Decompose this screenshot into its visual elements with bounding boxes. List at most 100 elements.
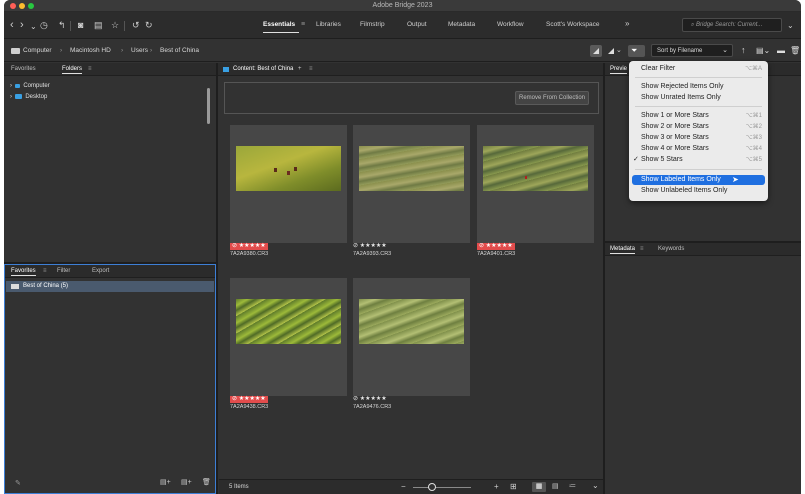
- view-details-icon[interactable]: ▤: [552, 482, 559, 490]
- workspace-libraries[interactable]: Libraries: [316, 21, 341, 28]
- rotate-right-icon[interactable]: ↻: [145, 19, 153, 31]
- open-icon[interactable]: ▬: [777, 46, 785, 55]
- tab-filter[interactable]: Filter: [57, 268, 70, 274]
- photo-thumbnail: [359, 299, 464, 344]
- tab-preview[interactable]: Previe: [610, 66, 628, 74]
- panel-menu-icon[interactable]: ≡: [88, 66, 92, 72]
- tab-folders[interactable]: Folders: [62, 66, 83, 74]
- thumbnail-card[interactable]: [230, 278, 347, 396]
- folders-panel-header: Favorites Folders ≡: [4, 63, 216, 76]
- thumbnail-card[interactable]: [353, 278, 470, 396]
- menu-item-show-labeled[interactable]: Show Labeled Items Only ➤: [632, 175, 765, 185]
- expand-arrow-icon[interactable]: ›: [10, 83, 12, 89]
- thumbnail-size-slider[interactable]: [413, 487, 471, 488]
- view-options-chevron-icon[interactable]: ⌄: [592, 481, 599, 490]
- workspace-metadata[interactable]: Metadata: [448, 21, 475, 28]
- panel-menu-icon[interactable]: ≡: [640, 246, 644, 252]
- view-thumbnails-icon[interactable]: ▦: [532, 482, 546, 492]
- rotate-left-icon[interactable]: ↺: [132, 19, 140, 31]
- star-rating[interactable]: ⊘ ★★★★★: [353, 243, 387, 250]
- more-workspaces-icon[interactable]: »: [625, 19, 629, 28]
- trash-icon[interactable]: 🗑: [790, 46, 800, 55]
- grid-lock-icon[interactable]: ⊞: [510, 482, 517, 491]
- tab-content[interactable]: Content: Best of China: [233, 66, 293, 72]
- collection-icon: [11, 284, 19, 289]
- star-rating-labeled[interactable]: ⊘ ★★★★★: [230, 396, 268, 403]
- items-count: 5 Items: [229, 484, 249, 490]
- panel-menu-icon[interactable]: ≡: [43, 268, 47, 274]
- workspace-workflow[interactable]: Workflow: [497, 21, 524, 28]
- refine-icon[interactable]: ▤: [94, 19, 103, 31]
- label-chevron-icon[interactable]: ⌄: [616, 46, 622, 54]
- search-field[interactable]: ⌕ Bridge Search: Current...: [682, 18, 782, 32]
- panel-divider[interactable]: [216, 63, 218, 494]
- new-folder-icon[interactable]: ▤⌄: [756, 46, 770, 55]
- breadcrumb-macintosh-hd[interactable]: Macintosh HD: [70, 47, 111, 54]
- menu-item-2-stars[interactable]: Show 2 or More Stars ⌥⌘2: [629, 122, 768, 132]
- view-list-icon[interactable]: ≔: [569, 482, 576, 490]
- label-icon[interactable]: [608, 48, 614, 54]
- remove-from-collection-button[interactable]: Remove From Collection: [515, 91, 589, 105]
- delete-collection-icon[interactable]: 🗑: [202, 478, 211, 486]
- zoom-out-icon[interactable]: −: [401, 482, 406, 491]
- workspace-output[interactable]: Output: [407, 21, 427, 28]
- menu-separator: [635, 169, 762, 170]
- thumbnail-filename: 7A2A9393.CR3: [353, 251, 392, 257]
- workspace-filmstrip[interactable]: Filmstrip: [360, 21, 385, 28]
- slider-handle[interactable]: [428, 483, 436, 491]
- collections-panel-header: Favorites ≡ Filter Export: [5, 265, 215, 278]
- thumbnail-card[interactable]: [353, 125, 470, 243]
- menu-item-1-star[interactable]: Show 1 or More Stars ⌥⌘1: [629, 111, 768, 121]
- tab-metadata[interactable]: Metadata: [610, 246, 636, 254]
- sort-direction-icon[interactable]: ↑: [741, 45, 746, 55]
- zoom-in-icon[interactable]: +: [494, 482, 499, 491]
- menu-item-show-rejected[interactable]: Show Rejected Items Only: [629, 82, 768, 92]
- tab-favorites[interactable]: Favorites: [11, 66, 36, 72]
- tab-keywords[interactable]: Keywords: [658, 246, 684, 252]
- edit-icon[interactable]: ✎: [15, 479, 21, 487]
- folders-scrollbar[interactable]: [207, 88, 210, 124]
- tab-export[interactable]: Export: [92, 268, 109, 274]
- star-rating[interactable]: ⊘ ★★★★★: [353, 396, 387, 403]
- add-tab-icon[interactable]: +: [298, 66, 302, 72]
- forward-icon[interactable]: ›: [20, 19, 24, 31]
- boomerang-icon[interactable]: ↰: [58, 19, 66, 31]
- panel-menu-icon[interactable]: ≡: [309, 66, 313, 72]
- panel-divider[interactable]: [603, 63, 605, 494]
- star-rating-labeled[interactable]: ⊘ ★★★★★: [477, 243, 515, 250]
- search-options-chevron-icon[interactable]: ⌄: [787, 20, 794, 32]
- history-icon[interactable]: ◷: [40, 19, 48, 31]
- expand-arrow-icon[interactable]: ›: [10, 94, 12, 100]
- menu-item-3-stars[interactable]: Show 3 or More Stars ⌥⌘3: [629, 133, 768, 143]
- breadcrumb-best-of-china[interactable]: Best of China: [160, 47, 199, 54]
- new-collection-icon[interactable]: ▤+: [181, 478, 192, 486]
- menu-item-clear-filter[interactable]: Clear Filter ⌥⌘A: [629, 64, 768, 74]
- menu-item-show-unrated[interactable]: Show Unrated Items Only: [629, 93, 768, 103]
- menu-item-5-stars[interactable]: ✓ Show 5 Stars ⌥⌘5: [629, 155, 768, 165]
- menu-item-show-unlabeled[interactable]: Show Unlabeled Items Only: [629, 186, 768, 196]
- open-recent-icon[interactable]: ☆: [111, 19, 119, 31]
- content-panel-header: Content: Best of China + ≡: [218, 63, 603, 76]
- tree-label: Computer: [23, 83, 50, 89]
- recent-chevron-icon[interactable]: ⌄: [30, 21, 37, 33]
- new-smart-collection-icon[interactable]: ▤+: [160, 478, 171, 486]
- collection-row-selected[interactable]: Best of China (5): [6, 281, 214, 292]
- sort-dropdown[interactable]: Sort by Filename ⌄: [651, 44, 733, 57]
- menu-shortcut: ⌥⌘3: [745, 135, 762, 141]
- tree-item-desktop[interactable]: › Desktop: [10, 94, 47, 100]
- breadcrumb-separator-icon: ›: [121, 47, 124, 54]
- workspace-menu-icon[interactable]: ≡: [301, 21, 305, 28]
- star-rating-labeled[interactable]: ⊘ ★★★★★: [230, 243, 268, 250]
- breadcrumb-users[interactable]: Users: [131, 47, 148, 54]
- camera-icon[interactable]: ◙: [78, 19, 83, 31]
- breadcrumb-computer[interactable]: Computer: [23, 47, 52, 54]
- menu-item-4-stars[interactable]: Show 4 or More Stars ⌥⌘4: [629, 144, 768, 154]
- workspace-scotts[interactable]: Scott's Workspace: [546, 21, 600, 28]
- thumbnail-card[interactable]: [477, 125, 594, 243]
- workspace-essentials[interactable]: Essentials: [263, 21, 295, 28]
- figure-mark: [274, 168, 277, 172]
- tree-item-computer[interactable]: › Computer: [10, 83, 50, 89]
- tab-collections[interactable]: Favorites: [11, 268, 36, 276]
- thumbnail-card[interactable]: [230, 125, 347, 243]
- back-icon[interactable]: ‹: [10, 19, 14, 31]
